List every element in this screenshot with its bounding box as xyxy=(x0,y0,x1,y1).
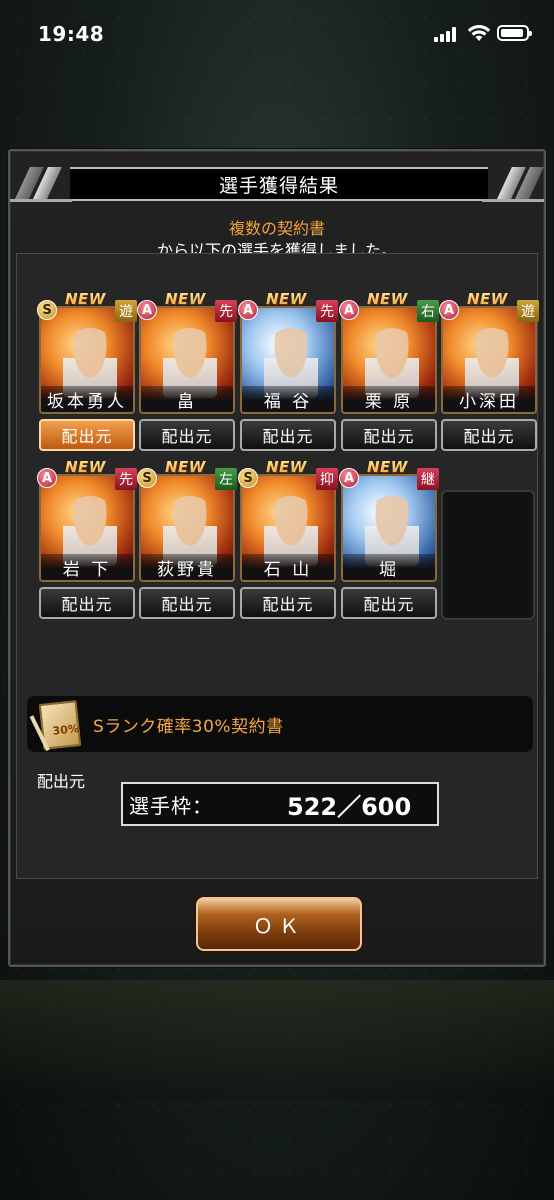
position-badge: 左 xyxy=(215,468,237,490)
player-portrait: 荻野貴 xyxy=(139,474,235,582)
new-badge: NEW xyxy=(65,458,106,476)
source-button[interactable]: 配出元 xyxy=(39,587,135,619)
result-panel: NEW NEW S 遊 坂本勇人 配出元 NEW NEW A 先 畠 配出元 N… xyxy=(16,253,539,879)
new-badge: NEW xyxy=(266,458,307,476)
dialog-title: 選手獲得結果 xyxy=(218,174,339,197)
player-name: 荻野貴 xyxy=(141,554,233,580)
position-badge: 先 xyxy=(215,300,237,322)
player-name: 小深田 xyxy=(443,386,535,412)
player-portrait: 福 谷 xyxy=(240,306,336,414)
new-badge: NEW xyxy=(165,290,206,308)
status-bar: 19:48 xyxy=(0,0,554,66)
player-card[interactable]: NEW NEW A 継 堀 配出元 xyxy=(339,458,439,626)
rank-badge: A xyxy=(339,468,359,488)
acquisition-result-dialog: 選手獲得結果 複数の契約書 から以下の選手を獲得しました。 NEW NEW S … xyxy=(8,149,546,967)
new-badge: NEW xyxy=(467,290,508,308)
contract-name: 複数の契約書 xyxy=(228,219,325,238)
rank-badge: A xyxy=(137,300,157,320)
contract-ticket-icon: 30% xyxy=(29,700,82,752)
source-contract-item[interactable]: 30% Sランク確率30%契約書 xyxy=(27,696,533,752)
position-badge: 遊 xyxy=(115,300,137,322)
wifi-icon xyxy=(467,25,491,41)
player-name: 岩 下 xyxy=(41,554,133,580)
position-badge: 先 xyxy=(316,300,338,322)
cellular-signal-icon xyxy=(434,26,460,42)
player-name: 栗 原 xyxy=(343,386,435,412)
position-badge: 継 xyxy=(417,468,439,490)
position-badge: 遊 xyxy=(517,300,539,322)
source-button[interactable]: 配出元 xyxy=(139,587,235,619)
player-portrait: 石 山 xyxy=(240,474,336,582)
title-divider-left xyxy=(10,199,72,202)
rank-badge: S xyxy=(137,468,157,488)
player-name: 堀 xyxy=(343,554,435,580)
title-divider-right xyxy=(482,199,544,202)
rank-badge: A xyxy=(339,300,359,320)
roster-capacity: 選手枠： 522／600 xyxy=(121,782,439,826)
rank-badge: S xyxy=(37,300,57,320)
source-section-label: 配出元 xyxy=(37,772,86,791)
player-card[interactable]: NEW NEW A 先 福 谷 配出元 xyxy=(238,290,338,458)
source-button[interactable]: 配出元 xyxy=(240,419,336,451)
player-card[interactable]: NEW NEW A 先 岩 下 配出元 xyxy=(37,458,137,626)
status-time: 19:48 xyxy=(38,22,105,46)
new-badge: NEW xyxy=(266,290,307,308)
player-card[interactable]: NEW NEW S 遊 坂本勇人 配出元 xyxy=(37,290,137,458)
battery-icon xyxy=(497,25,532,41)
rank-badge: A xyxy=(439,300,459,320)
ok-button[interactable]: ＯＫ xyxy=(196,897,362,951)
position-badge: 右 xyxy=(417,300,439,322)
player-card[interactable]: NEW NEW S 抑 石 山 配出元 xyxy=(238,458,338,626)
background-field xyxy=(0,980,554,1100)
player-card[interactable]: NEW NEW A 右 栗 原 配出元 xyxy=(339,290,439,458)
player-portrait: 堀 xyxy=(341,474,437,582)
player-name: 坂本勇人 xyxy=(41,386,133,412)
rank-badge: A xyxy=(238,300,258,320)
dialog-title-bar: 選手獲得結果 xyxy=(14,167,544,201)
new-badge: NEW xyxy=(65,290,106,308)
source-button[interactable]: 配出元 xyxy=(139,419,235,451)
rank-badge: S xyxy=(238,468,258,488)
player-name: 石 山 xyxy=(242,554,334,580)
player-portrait: 小深田 xyxy=(441,306,537,414)
source-button[interactable]: 配出元 xyxy=(341,419,437,451)
new-badge: NEW xyxy=(367,458,408,476)
source-button[interactable]: 配出元 xyxy=(441,419,537,451)
new-badge: NEW xyxy=(165,458,206,476)
capacity-value: 522／600 xyxy=(287,792,412,821)
rank-badge: A xyxy=(37,468,57,488)
player-portrait: 栗 原 xyxy=(341,306,437,414)
player-card[interactable]: NEW NEW A 遊 小深田 配出元 xyxy=(439,290,539,458)
player-name: 福 谷 xyxy=(242,386,334,412)
position-badge: 先 xyxy=(115,468,137,490)
capacity-label: 選手枠： xyxy=(129,793,213,818)
source-button[interactable]: 配出元 xyxy=(341,587,437,619)
position-badge: 抑 xyxy=(316,468,338,490)
player-card[interactable]: NEW NEW A 先 畠 配出元 xyxy=(137,290,237,458)
player-portrait: 岩 下 xyxy=(39,474,135,582)
player-portrait: 坂本勇人 xyxy=(39,306,135,414)
source-contract-name: Sランク確率30%契約書 xyxy=(93,717,284,737)
new-badge: NEW xyxy=(367,290,408,308)
source-button[interactable]: 配出元 xyxy=(39,419,135,451)
player-card[interactable]: NEW NEW S 左 荻野貴 配出元 xyxy=(137,458,237,626)
player-portrait: 畠 xyxy=(139,306,235,414)
source-button[interactable]: 配出元 xyxy=(240,587,336,619)
player-name: 畠 xyxy=(141,386,233,412)
empty-card-slot xyxy=(441,490,535,620)
